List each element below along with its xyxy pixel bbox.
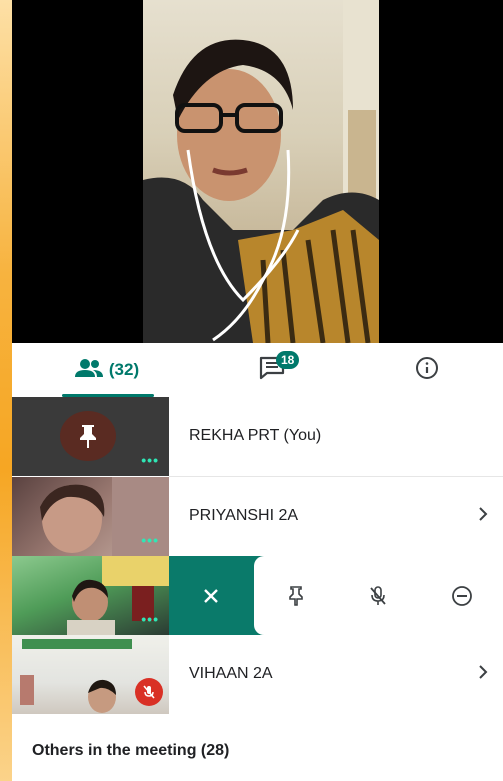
- participant-thumbnail[interactable]: •••: [12, 397, 169, 476]
- more-options-icon[interactable]: •••: [141, 532, 159, 548]
- pin-icon: [60, 411, 116, 461]
- participant-name: PRIYANSHI 2A: [189, 507, 299, 524]
- participant-thumbnails: ••• ••• •••: [12, 397, 169, 715]
- participant-row[interactable]: PRIYANSHI 2A: [169, 477, 503, 557]
- participant-row[interactable]: VIHAAN 2A: [169, 635, 503, 714]
- decorative-border: [0, 0, 12, 781]
- pin-icon[interactable]: [278, 578, 314, 614]
- participant-list: ••• ••• ••• REKHA PRT (You) PRIYANSHI 2A…: [12, 397, 503, 781]
- participant-row[interactable]: REKHA PRT (You): [169, 397, 503, 477]
- more-options-icon[interactable]: •••: [141, 452, 159, 468]
- close-icon[interactable]: [193, 578, 229, 614]
- participant-actions-panel: [169, 556, 503, 635]
- participant-video-frame: [143, 0, 379, 343]
- tab-info[interactable]: [392, 343, 462, 397]
- participant-thumbnail[interactable]: •••: [12, 556, 169, 635]
- people-icon: [74, 358, 103, 383]
- mic-off-icon: [135, 678, 163, 706]
- panel-tabs: (32) 18: [12, 343, 503, 398]
- participant-video-image: [143, 0, 379, 343]
- others-in-meeting-heading: Others in the meeting (28): [32, 742, 230, 759]
- chat-badge: 18: [276, 351, 300, 369]
- participant-thumbnail[interactable]: [12, 635, 169, 714]
- main-video[interactable]: [12, 0, 503, 343]
- info-icon: [415, 356, 439, 385]
- participant-name: VIHAAN 2A: [189, 665, 273, 682]
- tab-chat[interactable]: 18: [232, 343, 312, 397]
- chevron-right-icon[interactable]: [477, 505, 489, 528]
- tab-people[interactable]: (32): [37, 343, 177, 397]
- mute-mic-icon[interactable]: [360, 578, 396, 614]
- actions-tray: [254, 556, 503, 635]
- people-count: (32): [108, 360, 140, 379]
- participant-name: REKHA PRT (You): [189, 427, 322, 444]
- more-options-icon[interactable]: •••: [141, 611, 159, 627]
- remove-icon[interactable]: [444, 578, 480, 614]
- participant-thumbnail[interactable]: •••: [12, 477, 169, 556]
- chevron-right-icon[interactable]: [477, 663, 489, 686]
